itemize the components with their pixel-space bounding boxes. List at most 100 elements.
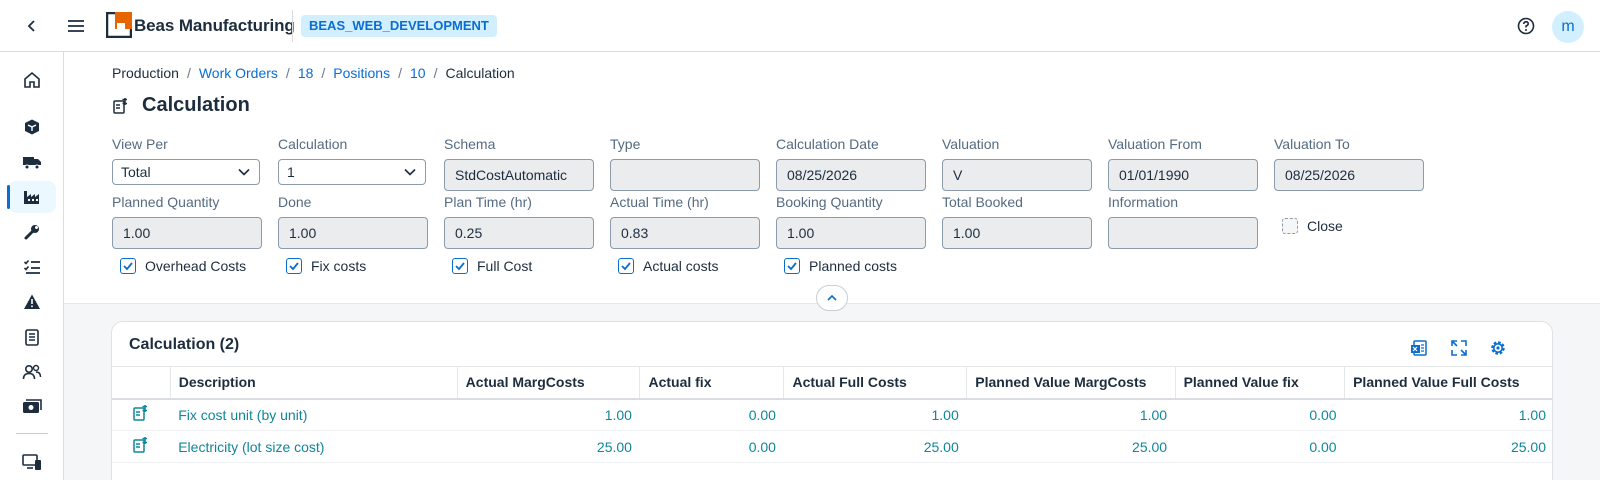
valuation-label: Valuation [942, 136, 1000, 152]
view-per-select[interactable]: Total [112, 159, 260, 185]
checkbox-box [784, 258, 800, 274]
column-header-icon [112, 366, 171, 400]
close-label: Close [1307, 218, 1343, 234]
planned-quantity-input[interactable]: 1.00 [112, 217, 262, 249]
overhead-costs-checkbox[interactable]: Overhead Costs [120, 258, 246, 274]
close-checkbox[interactable]: Close [1282, 218, 1343, 234]
column-header-actual-full-costs[interactable]: Actual Full Costs [783, 366, 968, 400]
done-field: Done 1.00 [278, 194, 428, 249]
checkbox-box [452, 258, 468, 274]
fullscreen-button[interactable] [1445, 334, 1473, 362]
breadcrumb-position-id[interactable]: 10 [410, 65, 426, 81]
valuation-to-input[interactable]: 08/25/2026 [1274, 159, 1424, 191]
hamburger-menu-icon [68, 20, 84, 32]
nav-devices[interactable] [8, 446, 56, 478]
column-header-actual-fix[interactable]: Actual fix [639, 366, 785, 400]
cell-actual-full-costs: 25.00 [783, 430, 967, 463]
row-icon-cell [112, 398, 171, 431]
nav-production[interactable] [7, 181, 56, 213]
cell-actual-margcosts: 25.00 [457, 430, 640, 463]
column-header-description[interactable]: Description [170, 366, 458, 400]
nav-documents[interactable] [8, 321, 56, 353]
column-header-planned-value-full-costs[interactable]: Planned Value Full Costs [1344, 366, 1552, 400]
valuation-input[interactable]: V [942, 159, 1092, 191]
overhead-costs-label: Overhead Costs [145, 258, 247, 274]
app-title[interactable]: Beas Manufacturing [134, 16, 295, 36]
valuation-from-input[interactable]: 01/01/1990 [1108, 159, 1258, 191]
cell-actual-full-costs: 1.00 [783, 398, 967, 431]
nav-people[interactable] [8, 356, 56, 388]
nav-finance[interactable] [8, 391, 56, 423]
table-row[interactable]: Electricity (lot size cost) 25.00 0.00 2… [112, 430, 1552, 463]
user-avatar[interactable]: m [1552, 11, 1584, 43]
plan-time-field: Plan Time (hr) 0.25 [444, 194, 594, 249]
column-header-planned-value-margcosts[interactable]: Planned Value MargCosts [966, 366, 1176, 400]
view-per-value: Total [121, 164, 151, 180]
full-cost-checkbox[interactable]: Full Cost [452, 258, 532, 274]
nav-products[interactable] [8, 111, 56, 143]
view-per-label: View Per [112, 136, 168, 152]
system-badge: BEAS_WEB_DEVELOPMENT [301, 15, 497, 37]
task-list-icon [23, 259, 40, 274]
total-booked-field: Total Booked 1.00 [942, 194, 1092, 249]
calculation-date-field: Calculation Date 08/25/2026 [776, 136, 926, 191]
export-button[interactable] [1405, 334, 1433, 362]
calculation-select[interactable]: 1 [278, 159, 426, 185]
menu-button[interactable] [60, 10, 92, 42]
schema-field: Schema StdCostAutomatic [444, 136, 594, 191]
booking-quantity-field: Booking Quantity 1.00 [776, 194, 926, 249]
collapse-header-button[interactable] [816, 285, 848, 311]
nav-tasks[interactable] [8, 251, 56, 283]
column-header-planned-value-fix[interactable]: Planned Value fix [1175, 366, 1346, 400]
done-input[interactable]: 1.00 [278, 217, 428, 249]
cube-icon [25, 119, 39, 135]
information-input[interactable] [1108, 217, 1258, 249]
settings-button[interactable] [1484, 334, 1512, 362]
valuation-to-field: Valuation To 08/25/2026 [1274, 136, 1424, 191]
total-booked-label: Total Booked [942, 194, 1023, 210]
truck-icon [23, 157, 41, 170]
back-button[interactable] [16, 10, 48, 42]
nav-maintenance[interactable] [8, 216, 56, 248]
calculation-table-card: Calculation (2) Description Actual MargC… [111, 321, 1553, 480]
breadcrumb-positions[interactable]: Positions [333, 65, 390, 81]
help-button[interactable] [1510, 10, 1542, 42]
nav-logistics[interactable] [8, 146, 56, 178]
object-page-header: Production / Work Orders / 18 / Position… [64, 52, 1600, 304]
calculation-date-input[interactable]: 08/25/2026 [776, 159, 926, 191]
fix-costs-checkbox[interactable]: Fix costs [286, 258, 366, 274]
table-title: Calculation (2) [129, 336, 240, 353]
table-row[interactable]: Fix cost unit (by unit) 1.00 0.00 1.00 1… [112, 398, 1552, 431]
valuation-from-label: Valuation From [1108, 136, 1202, 152]
nav-alerts[interactable] [8, 286, 56, 318]
cell-description[interactable]: Electricity (lot size cost) [170, 430, 458, 463]
chevron-left-icon [27, 20, 35, 32]
breadcrumb-current: Calculation [445, 65, 515, 81]
information-field: Information [1108, 194, 1258, 249]
factory-icon [24, 191, 39, 204]
checkbox-box [286, 258, 302, 274]
planned-costs-checkbox[interactable]: Planned costs [784, 258, 897, 274]
actual-costs-checkbox[interactable]: Actual costs [618, 258, 718, 274]
breadcrumb-separator: / [433, 65, 438, 81]
cell-description[interactable]: Fix cost unit (by unit) [170, 398, 458, 431]
calculation-table: Description Actual MargCosts Actual fix … [112, 366, 1552, 463]
breadcrumb-production: Production [112, 65, 179, 81]
cell-actual-fix: 0.00 [639, 398, 784, 431]
planned-quantity-field: Planned Quantity 1.00 [112, 194, 262, 249]
planned-costs-label: Planned costs [809, 258, 897, 274]
breadcrumb-work-orders[interactable]: Work Orders [199, 65, 278, 81]
total-booked-input[interactable]: 1.00 [942, 217, 1092, 249]
actual-time-input[interactable]: 0.83 [610, 217, 760, 249]
nav-home[interactable] [8, 64, 56, 96]
type-input[interactable] [610, 159, 760, 191]
booking-quantity-input[interactable]: 1.00 [776, 217, 926, 249]
plan-time-label: Plan Time (hr) [444, 194, 532, 210]
schema-input[interactable]: StdCostAutomatic [444, 159, 594, 191]
plan-time-input[interactable]: 0.25 [444, 217, 594, 249]
monitor-icon [22, 454, 41, 470]
column-header-actual-margcosts[interactable]: Actual MargCosts [457, 366, 641, 400]
breadcrumb-work-order-id[interactable]: 18 [298, 65, 314, 81]
checkmark-icon [123, 262, 133, 271]
help-icon [1517, 17, 1535, 35]
